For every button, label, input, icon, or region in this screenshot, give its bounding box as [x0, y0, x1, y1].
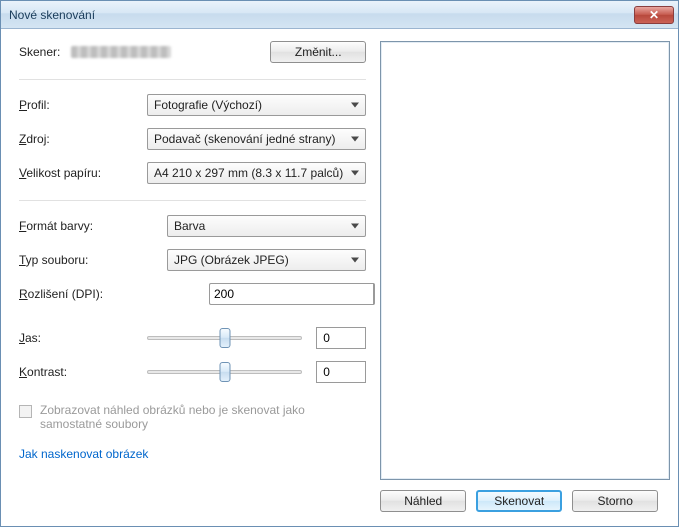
cancel-button[interactable]: Storno: [572, 490, 658, 512]
content-area: Skener: Změnit... Profil: Fotografie (Vý…: [1, 29, 678, 526]
profile-label: Profil:: [19, 98, 147, 112]
slider-thumb[interactable]: [219, 328, 230, 348]
paper-select[interactable]: A4 210 x 297 mm (8.3 x 11.7 palců): [147, 162, 366, 184]
settings-pane: Skener: Změnit... Profil: Fotografie (Vý…: [19, 41, 366, 526]
separate-files-checkbox: [19, 405, 32, 418]
scan-dialog: Nové skenování ✕ Skener: Změnit... Profi…: [0, 0, 679, 527]
separate-files-row: Zobrazovat náhled obrázků nebo je skenov…: [19, 403, 319, 431]
contrast-slider[interactable]: [147, 361, 302, 383]
close-icon: ✕: [649, 8, 659, 22]
contrast-value[interactable]: [316, 361, 366, 383]
profile-select[interactable]: Fotografie (Výchozí): [147, 94, 366, 116]
brightness-slider[interactable]: [147, 327, 302, 349]
brightness-row: Jas:: [19, 327, 366, 349]
scanner-label: Skener:: [19, 45, 71, 59]
filetype-select[interactable]: JPG (Obrázek JPEG): [167, 249, 366, 271]
color-row: Formát barvy: Barva: [19, 215, 366, 237]
change-scanner-button[interactable]: Změnit...: [270, 41, 366, 63]
scanner-name: [71, 46, 171, 58]
contrast-label: Kontrast:: [19, 365, 147, 379]
close-button[interactable]: ✕: [634, 6, 674, 24]
brightness-label: Jas:: [19, 331, 147, 345]
dpi-spin-buttons[interactable]: [373, 283, 375, 305]
slider-thumb[interactable]: [219, 362, 230, 382]
preview-pane: Náhled Skenovat Storno: [380, 41, 670, 526]
help-link[interactable]: Jak naskenovat obrázek: [19, 447, 366, 461]
preview-area: [380, 41, 670, 480]
profile-row: Profil: Fotografie (Výchozí): [19, 94, 366, 116]
color-select[interactable]: Barva: [167, 215, 366, 237]
scan-button[interactable]: Skenovat: [476, 490, 562, 512]
paper-row: Velikost papíru: A4 210 x 297 mm (8.3 x …: [19, 162, 366, 184]
color-label: Formát barvy:: [19, 219, 167, 233]
brightness-value[interactable]: [316, 327, 366, 349]
source-select[interactable]: Podavač (skenování jedné strany): [147, 128, 366, 150]
preview-button[interactable]: Náhled: [380, 490, 466, 512]
titlebar: Nové skenování ✕: [1, 1, 678, 29]
dpi-row: Rozlišení (DPI):: [19, 283, 366, 305]
filetype-row: Typ souboru: JPG (Obrázek JPEG): [19, 249, 366, 271]
paper-label: Velikost papíru:: [19, 166, 147, 180]
source-row: Zdroj: Podavač (skenování jedné strany): [19, 128, 366, 150]
button-bar: Náhled Skenovat Storno: [380, 480, 670, 526]
divider: [19, 79, 366, 80]
contrast-row: Kontrast:: [19, 361, 366, 383]
scanner-row: Skener: Změnit...: [19, 41, 366, 63]
filetype-label: Typ souboru:: [19, 253, 167, 267]
divider: [19, 200, 366, 201]
dpi-spinner[interactable]: [209, 283, 283, 305]
window-title: Nové skenování: [9, 8, 634, 22]
dpi-input[interactable]: [209, 283, 373, 305]
dpi-label: Rozlišení (DPI):: [19, 287, 167, 301]
separate-files-label: Zobrazovat náhled obrázků nebo je skenov…: [40, 403, 319, 431]
source-label: Zdroj:: [19, 132, 147, 146]
